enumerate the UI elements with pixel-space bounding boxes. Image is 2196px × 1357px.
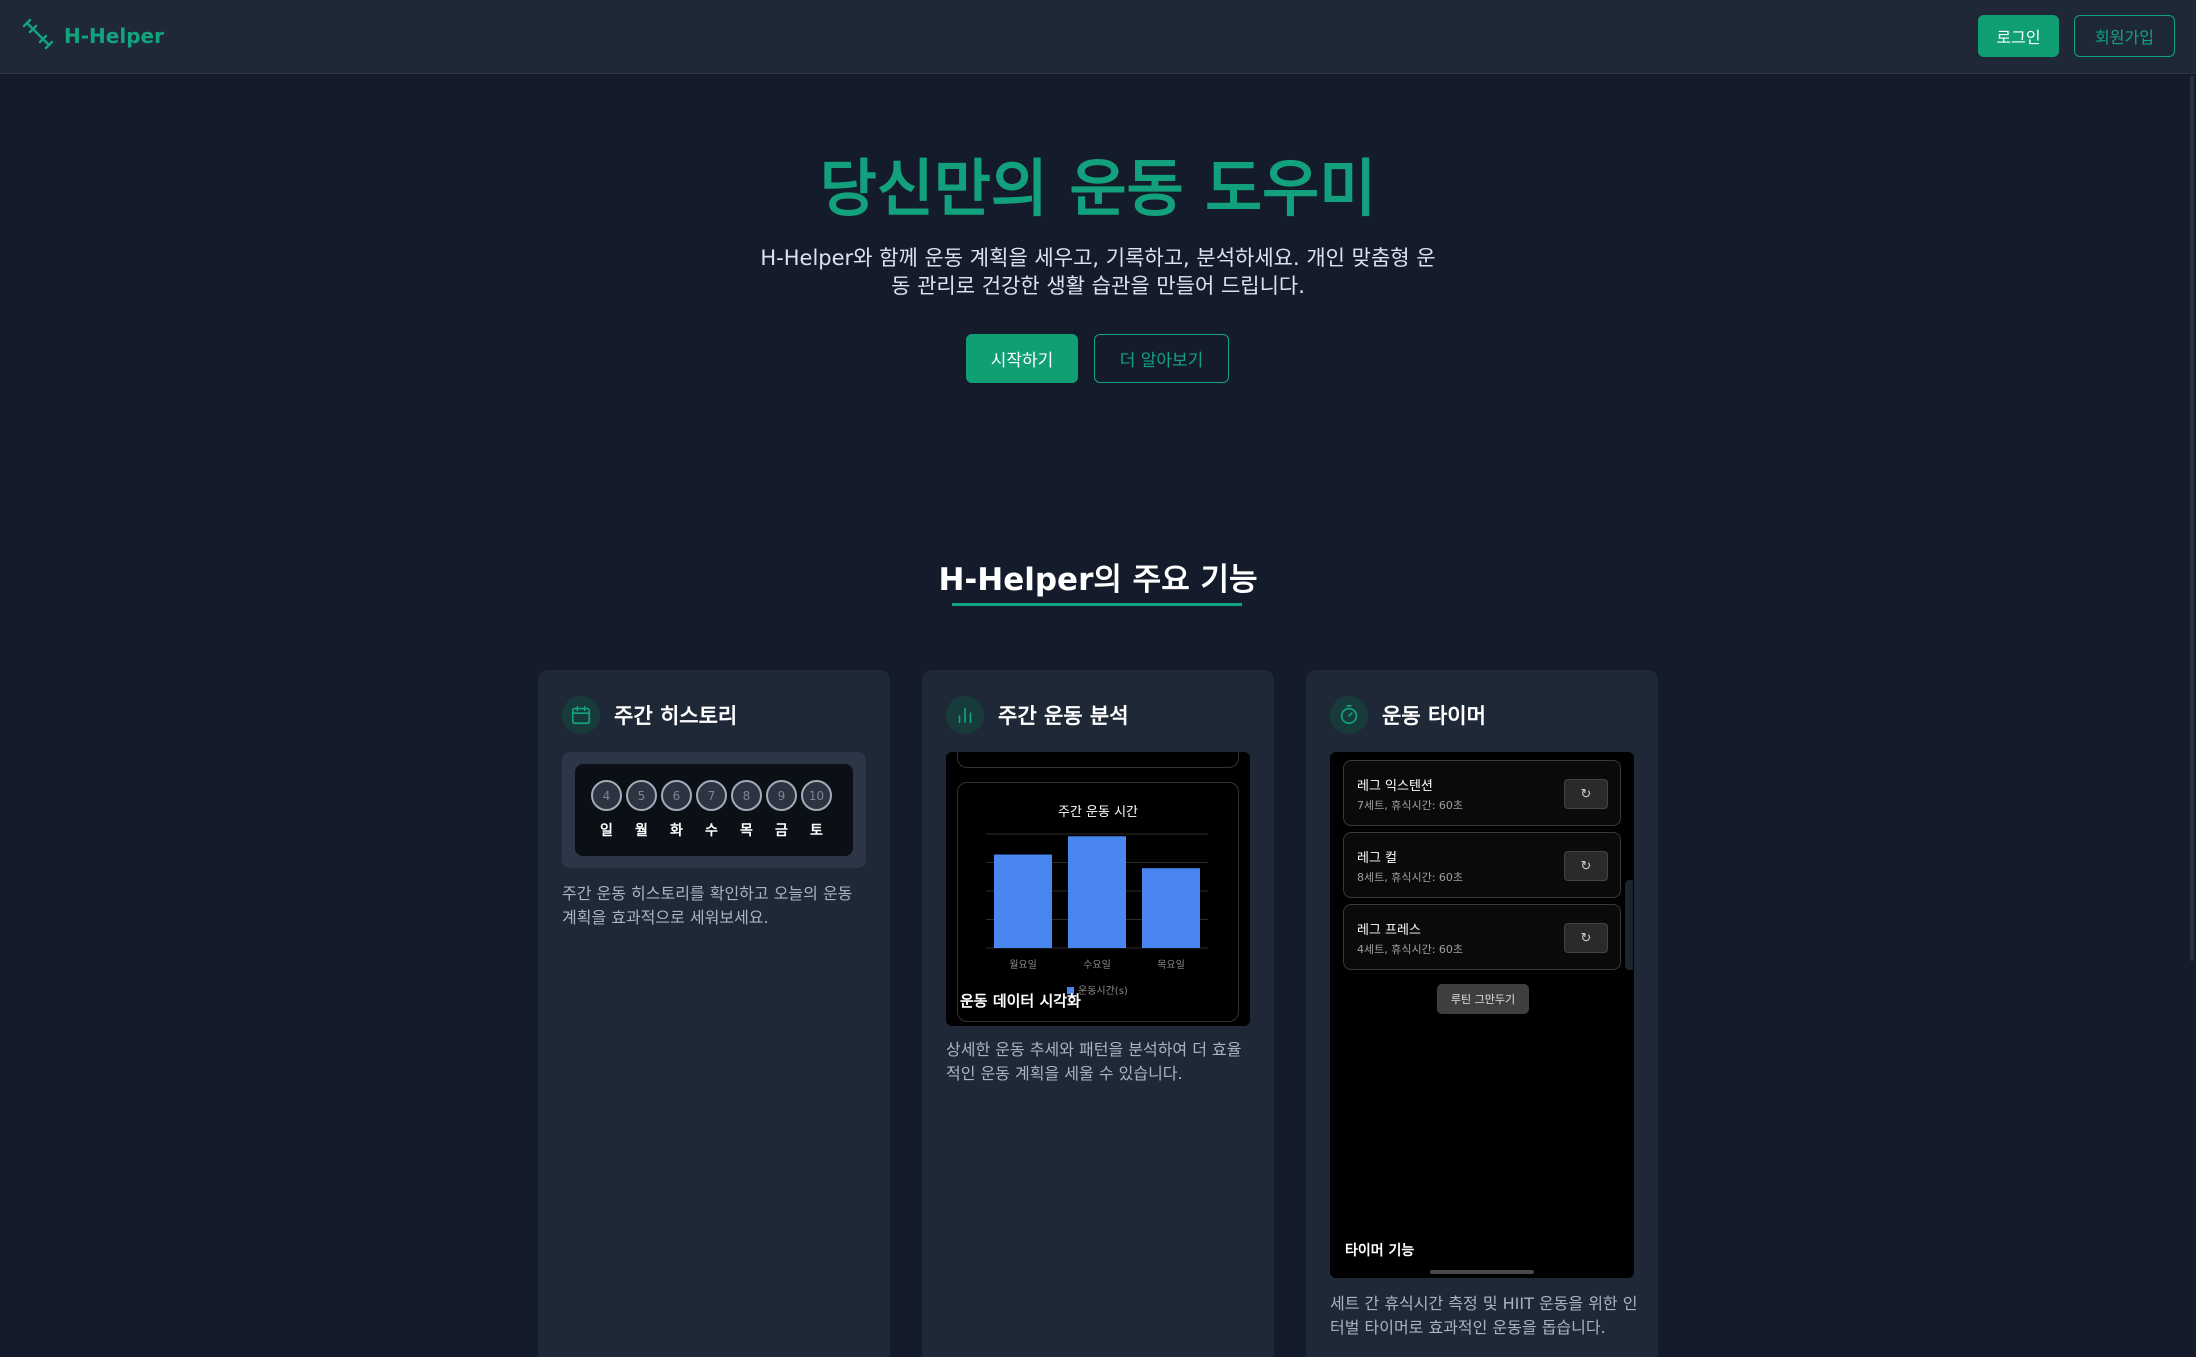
day-number: 9 [766, 780, 797, 811]
feature-card-weekly-history: 주간 히스토리 4 5 6 7 8 9 10 일 월 화 수 목 금 토 주간 [538, 670, 890, 1357]
chart-bar [994, 854, 1052, 948]
chart-title: 주간 운동 시간 [1058, 805, 1138, 820]
day-number: 4 [591, 780, 622, 811]
day-number: 6 [661, 780, 692, 811]
refresh-icon[interactable]: ↻ [1564, 779, 1608, 809]
features-title: H-Helper의 주요 기능 [938, 562, 1258, 598]
timer-preview: 레그 익스텐션 7세트, 휴식시간: 60초 ↻ 레그 컬 8세트, 휴식시간:… [1330, 752, 1634, 1278]
routine-item[interactable]: 레그 익스텐션 7세트, 휴식시간: 60초 ↻ [1343, 760, 1621, 826]
chart-bar [1068, 836, 1126, 948]
dumbbell-logo-icon [22, 18, 54, 54]
day-name: 일 [600, 823, 613, 839]
chart-x-tick-label: 목요일 [1157, 959, 1185, 971]
weekly-history-preview: 4 5 6 7 8 9 10 일 월 화 수 목 금 토 [562, 752, 866, 868]
signup-button[interactable]: 회원가입 [2074, 15, 2175, 57]
chart-x-tick-label: 수요일 [1083, 959, 1111, 971]
calendar-icon [562, 696, 600, 734]
weekly-workout-chart: 주간 운동 시간월요일 수요일 목요일운동시간(s) [986, 805, 1208, 997]
card-description: 세트 간 휴식시간 측정 및 HIIT 운동을 위한 인터벌 타이머로 효과적인… [1330, 1294, 1638, 1337]
routine-item[interactable]: 레그 컬 8세트, 휴식시간: 60초 ↻ [1343, 832, 1621, 898]
card-title: 주간 운동 분석 [998, 704, 1129, 728]
card-description: 상세한 운동 추세와 패턴을 분석하여 더 효율적인 운동 계획을 세울 수 있… [946, 1040, 1242, 1083]
day-name: 토 [810, 823, 823, 839]
routine-name: 레그 프레스 [1357, 923, 1421, 938]
routine-name: 레그 익스텐션 [1357, 779, 1433, 794]
page-scrollbar[interactable] [2190, 76, 2194, 961]
bar-chart-icon [946, 696, 984, 734]
stopwatch-icon [1330, 696, 1368, 734]
routine-item[interactable]: 레그 프레스 4세트, 휴식시간: 60초 ↻ [1343, 904, 1621, 970]
day-name: 월 [635, 823, 648, 839]
day-number: 7 [696, 780, 727, 811]
learn-more-button[interactable]: 더 알아보기 [1094, 334, 1229, 383]
feature-card-weekly-analysis: 주간 운동 분석 주간 운동 시간월요일 수요일 목요일운동시간(s) 운동 데이터… [922, 670, 1274, 1357]
day-name: 수 [705, 823, 718, 839]
refresh-icon[interactable]: ↻ [1564, 923, 1608, 953]
brand-link[interactable]: H-Helper [22, 18, 164, 54]
day-name: 금 [775, 823, 788, 839]
chart-x-tick-label: 월요일 [1009, 959, 1037, 971]
chart-preview-caption: 운동 데이터 시각화 [960, 992, 1081, 1010]
routine-meta: 4세트, 휴식시간: 60초 [1357, 943, 1464, 956]
chart-legend-label: 운동시간(s) [1078, 985, 1128, 997]
side-handle[interactable] [1625, 880, 1633, 970]
brand-name: H-Helper [64, 24, 164, 48]
features-title-underline [952, 603, 1242, 606]
card-title: 운동 타이머 [1382, 704, 1486, 728]
login-button[interactable]: 로그인 [1978, 15, 2059, 57]
day-number: 10 [801, 780, 832, 811]
feature-card-workout-timer: 운동 타이머 레그 익스텐션 7세트, 휴식시간: 60초 ↻ 레그 컬 8세트… [1306, 670, 1658, 1357]
stop-routine-button[interactable]: 루틴 그만두기 [1437, 984, 1529, 1014]
card-description: 주간 운동 히스토리를 확인하고 오늘의 운동 계획을 효과적으로 세워보세요. [562, 884, 853, 927]
chart-bar [1142, 868, 1200, 948]
routine-meta: 7세트, 휴식시간: 60초 [1357, 799, 1464, 812]
start-button[interactable]: 시작하기 [966, 334, 1078, 383]
card-title: 주간 히스토리 [614, 704, 738, 728]
hero-description: H-Helper와 함께 운동 계획을 세우고, 기록하고, 분석하세요. 개인… [760, 246, 1436, 298]
top-navbar: H-Helper 로그인 회원가입 [0, 0, 2196, 74]
refresh-icon[interactable]: ↻ [1564, 851, 1608, 881]
chart-preview: 주간 운동 시간월요일 수요일 목요일운동시간(s) 운동 데이터 시각화 [946, 752, 1250, 1026]
home-indicator [1430, 1270, 1534, 1274]
day-name: 목 [740, 823, 753, 839]
routine-meta: 8세트, 휴식시간: 60초 [1357, 871, 1464, 884]
timer-preview-caption: 타이머 기능 [1345, 1243, 1415, 1259]
day-name: 화 [670, 823, 683, 839]
day-number: 8 [731, 780, 762, 811]
hero-title: 당신만의 운동 도우미 [819, 152, 1377, 225]
routine-name: 레그 컬 [1357, 851, 1398, 866]
day-number: 5 [626, 780, 657, 811]
